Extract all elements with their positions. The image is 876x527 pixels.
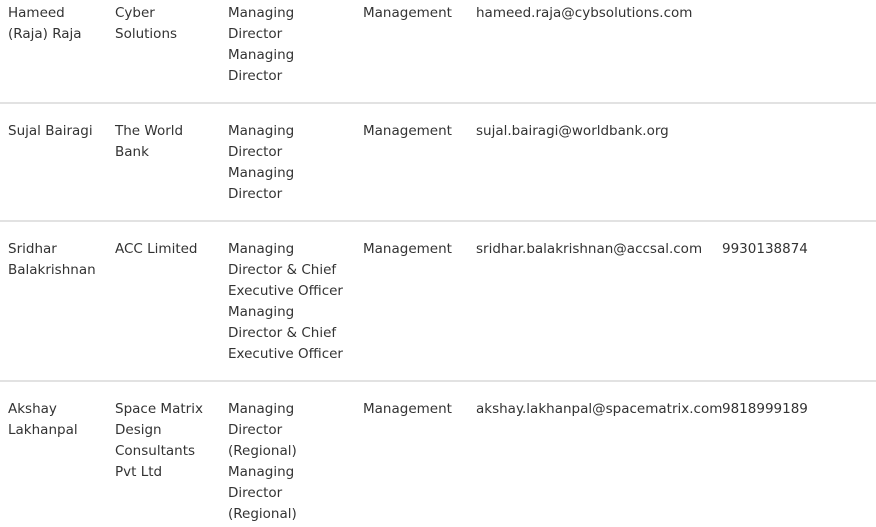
title-line: Executive Officer [228, 283, 343, 299]
name-line: Akshay [8, 401, 57, 417]
company-line: Pvt Ltd [115, 464, 163, 480]
name-line: Sujal Bairagi [8, 123, 93, 139]
contact-table: Hameed (Raja) Raja Cyber Solutions Manag… [0, 0, 876, 527]
name-cell: Akshay Lakhanpal [8, 399, 104, 441]
title-line: Director [228, 422, 283, 438]
email-cell: sujal.bairagi@worldbank.org [476, 123, 669, 139]
title-line: Director & Chief [228, 262, 337, 278]
company-line: The World [115, 123, 184, 139]
title-line: Managing [228, 241, 295, 257]
name-cell: Sujal Bairagi [8, 121, 104, 142]
title-line: Managing [228, 401, 295, 417]
title-cell: Managing Director & Chief Executive Offi… [228, 239, 350, 365]
title-line: (Regional) [228, 443, 297, 459]
company-cell: Space Matrix Design Consultants Pvt Ltd [115, 399, 221, 483]
title-line: Managing [228, 47, 295, 63]
name-cell: Hameed (Raja) Raja [8, 3, 104, 45]
department-cell: Management [363, 401, 452, 417]
company-line: Design [115, 422, 162, 438]
title-cell: Managing Director Managing Director [228, 3, 350, 87]
table-row: Hameed (Raja) Raja Cyber Solutions Manag… [0, 0, 876, 104]
title-cell: Managing Director (Regional) Managing Di… [228, 399, 350, 525]
title-line: Director [228, 144, 283, 160]
department-cell: Management [363, 123, 452, 139]
company-line: Bank [115, 144, 149, 160]
company-line: ACC Limited [115, 241, 198, 257]
name-line: (Raja) Raja [8, 26, 82, 42]
title-line: Managing [228, 123, 295, 139]
title-line: Director [228, 485, 283, 501]
company-line: Solutions [115, 26, 178, 42]
department-cell: Management [363, 5, 452, 21]
department-cell: Management [363, 241, 452, 257]
title-cell: Managing Director Managing Director [228, 121, 350, 205]
title-line: Director [228, 186, 283, 202]
name-line: Hameed [8, 5, 65, 21]
table-row: Sridhar Balakrishnan ACC Limited Managin… [0, 222, 876, 382]
title-line: Managing [228, 165, 295, 181]
company-line: Space Matrix [115, 401, 203, 417]
company-line: Cyber [115, 5, 155, 21]
title-line: (Regional) [228, 506, 297, 522]
title-line: Executive Officer [228, 346, 343, 362]
table-row: Sujal Bairagi The World Bank Managing Di… [0, 104, 876, 222]
phone-cell: 9818999189 [722, 401, 808, 417]
email-cell: sridhar.balakrishnan@accsal.com [476, 241, 703, 257]
name-line: Lakhanpal [8, 422, 78, 438]
title-line: Managing [228, 5, 295, 21]
name-line: Sridhar [8, 241, 57, 257]
email-cell: akshay.lakhanpal@spacematrix.com [476, 401, 723, 417]
phone-cell: 9930138874 [722, 241, 808, 257]
company-cell: ACC Limited [115, 239, 221, 260]
title-line: Managing [228, 464, 295, 480]
name-line: Balakrishnan [8, 262, 96, 278]
title-line: Director [228, 68, 283, 84]
title-line: Director [228, 26, 283, 42]
email-cell: hameed.raja@cybsolutions.com [476, 5, 693, 21]
company-cell: Cyber Solutions [115, 3, 221, 45]
name-cell: Sridhar Balakrishnan [8, 239, 104, 281]
title-line: Director & Chief [228, 325, 337, 341]
company-line: Consultants [115, 443, 196, 459]
company-cell: The World Bank [115, 121, 221, 163]
table-row: Akshay Lakhanpal Space Matrix Design Con… [0, 382, 876, 527]
title-line: Managing [228, 304, 295, 320]
